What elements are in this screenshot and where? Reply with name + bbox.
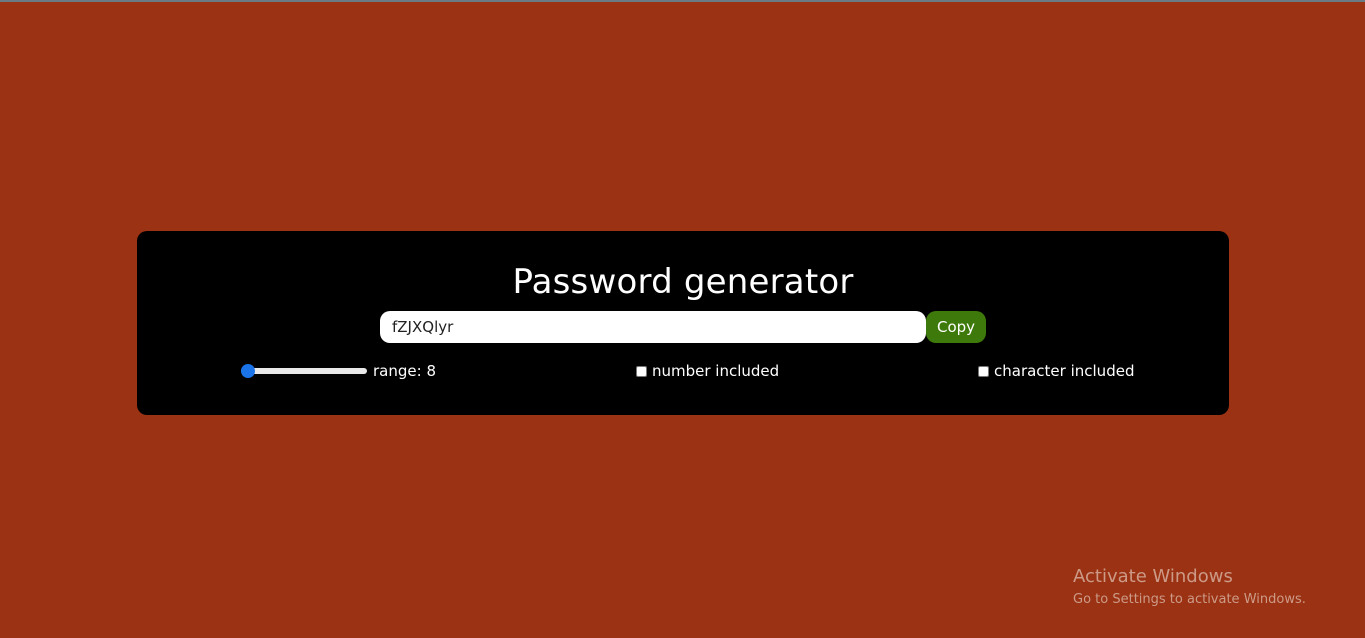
length-label: range: 8 — [373, 362, 436, 380]
watermark-title: Activate Windows — [1073, 566, 1233, 587]
window-top-border — [0, 0, 1365, 2]
number-label: number included — [652, 362, 780, 380]
character-option: character included — [978, 361, 1134, 381]
watermark-subtitle: Go to Settings to activate Windows. — [1073, 592, 1306, 607]
slider-track — [241, 368, 367, 374]
character-checkbox[interactable] — [978, 365, 989, 377]
length-control: range: 8 — [241, 361, 436, 381]
page-title: Password generator — [512, 262, 854, 302]
slider-thumb[interactable] — [241, 364, 255, 378]
number-checkbox[interactable] — [636, 365, 647, 377]
length-slider[interactable] — [241, 361, 367, 381]
activate-windows-watermark: Activate Windows Go to Settings to activ… — [1073, 566, 1306, 610]
copy-button[interactable]: Copy — [926, 311, 986, 343]
number-option: number included — [636, 361, 779, 381]
password-generator-card: Password generator Copy range: 8 number … — [137, 231, 1229, 415]
password-field[interactable] — [380, 311, 926, 343]
character-label: character included — [994, 362, 1135, 380]
